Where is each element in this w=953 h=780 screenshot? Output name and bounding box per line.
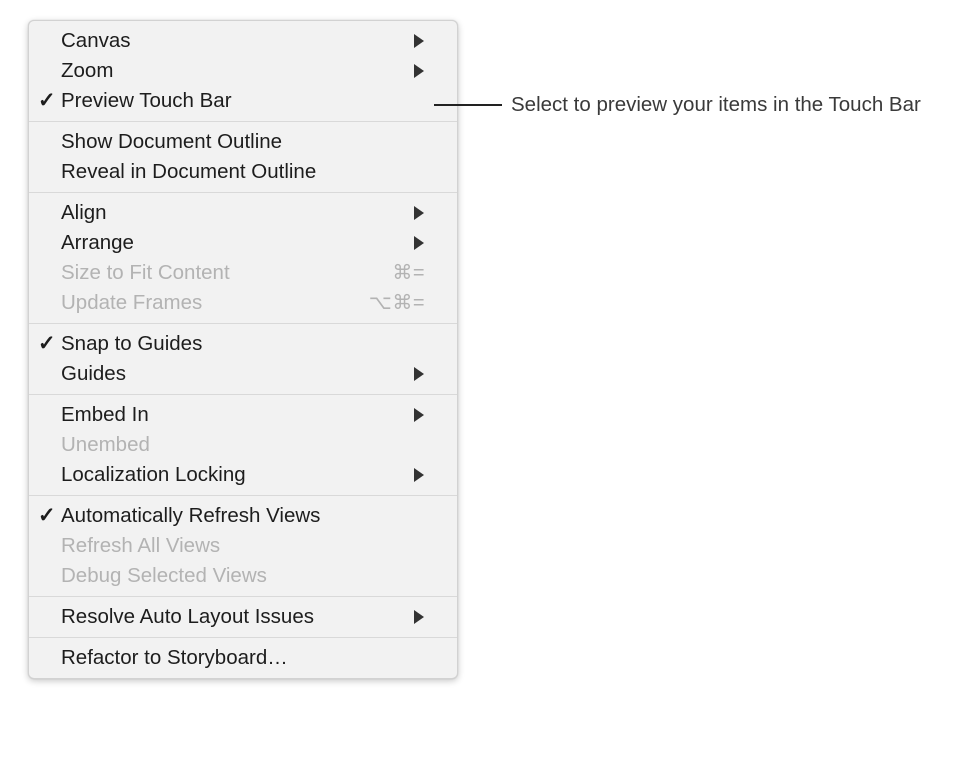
menu-item-preview-touch-bar[interactable]: ✓ Preview Touch Bar [29, 86, 457, 116]
menu-item-guides[interactable]: Guides [29, 359, 457, 389]
menu-item-label: Unembed [61, 433, 150, 456]
menu-separator [29, 394, 457, 395]
menu-item-snap-to-guides[interactable]: ✓ Snap to Guides [29, 329, 457, 359]
menu-item-label: Refactor to Storyboard… [61, 646, 288, 669]
menu-group: Resolve Auto Layout Issues [29, 602, 457, 632]
submenu-arrow-icon [414, 34, 424, 48]
menu-item-label: Align [61, 201, 107, 224]
menu-group: Refactor to Storyboard… [29, 643, 457, 673]
menu-item-label: Reveal in Document Outline [61, 160, 317, 183]
menu-item-label: Show Document Outline [61, 130, 283, 153]
editor-context-menu[interactable]: Canvas Zoom ✓ Preview Touch Bar Show Documen… [28, 20, 458, 679]
menu-separator [29, 121, 457, 122]
submenu-arrow-icon [414, 408, 424, 422]
menu-item-label: Embed In [61, 403, 149, 426]
menu-item-zoom[interactable]: Zoom [29, 56, 457, 86]
menu-item-arrange[interactable]: Arrange [29, 228, 457, 258]
menu-separator [29, 192, 457, 193]
menu-item-automatically-refresh-views[interactable]: ✓ Automatically Refresh Views [29, 501, 457, 531]
menu-item-label: Refresh All Views [61, 534, 221, 557]
menu-separator [29, 495, 457, 496]
submenu-arrow-icon [414, 610, 424, 624]
menu-item-label: Debug Selected Views [61, 564, 267, 587]
menu-item-size-to-fit-content: Size to Fit Content ⌘= [29, 258, 457, 288]
checkmark-icon: ✓ [38, 88, 56, 112]
checkmark-icon: ✓ [38, 503, 56, 527]
menu-item-align[interactable]: Align [29, 198, 457, 228]
callout-text: Select to preview your items in the Touc… [511, 93, 921, 116]
menu-group: ✓ Automatically Refresh Views Refresh All … [29, 501, 457, 591]
menu-separator [29, 323, 457, 324]
callout-leader-line [434, 104, 502, 107]
menu-item-label: Resolve Auto Layout Issues [61, 605, 314, 628]
menu-item-reveal-in-document-outline[interactable]: Reveal in Document Outline [29, 157, 457, 187]
menu-item-show-document-outline[interactable]: Show Document Outline [29, 127, 457, 157]
menu-item-refresh-all-views: Refresh All Views [29, 531, 457, 561]
menu-item-resolve-auto-layout-issues[interactable]: Resolve Auto Layout Issues [29, 602, 457, 632]
menu-item-label: Localization Locking [61, 463, 246, 486]
submenu-arrow-icon [414, 64, 424, 78]
menu-item-label: Guides [61, 362, 126, 385]
menu-group: ✓ Snap to Guides Guides [29, 329, 457, 389]
menu-item-label: Snap to Guides [61, 332, 203, 355]
menu-item-localization-locking[interactable]: Localization Locking [29, 460, 457, 490]
menu-item-label: Canvas [61, 29, 131, 52]
menu-item-refactor-to-storyboard[interactable]: Refactor to Storyboard… [29, 643, 457, 673]
menu-item-canvas[interactable]: Canvas [29, 26, 457, 56]
menu-item-update-frames: Update Frames ⌥⌘= [29, 288, 457, 318]
menu-item-label: Size to Fit Content [61, 261, 230, 284]
menu-separator [29, 637, 457, 638]
menu-separator [29, 596, 457, 597]
menu-item-debug-selected-views: Debug Selected Views [29, 561, 457, 591]
menu-item-label: Zoom [61, 59, 114, 82]
menu-item-unembed: Unembed [29, 430, 457, 460]
menu-item-shortcut: ⌥⌘= [368, 292, 425, 314]
submenu-arrow-icon [414, 206, 424, 220]
menu-item-label: Update Frames [61, 291, 203, 314]
submenu-arrow-icon [414, 236, 424, 250]
menu-item-label: Arrange [61, 231, 134, 254]
menu-item-label: Preview Touch Bar [61, 89, 232, 112]
callout-annotation: Select to preview your items in the Touc… [434, 93, 921, 116]
menu-group: Show Document Outline Reveal in Document … [29, 127, 457, 187]
menu-item-embed-in[interactable]: Embed In [29, 400, 457, 430]
submenu-arrow-icon [414, 367, 424, 381]
menu-item-label: Automatically Refresh Views [61, 504, 321, 527]
menu-group: Embed In Unembed Localization Locking [29, 400, 457, 490]
menu-group: Canvas Zoom ✓ Preview Touch Bar [29, 26, 457, 116]
submenu-arrow-icon [414, 468, 424, 482]
checkmark-icon: ✓ [38, 331, 56, 355]
menu-item-shortcut: ⌘= [392, 262, 425, 284]
menu-group: Align Arrange Size to Fit Content ⌘= Update … [29, 198, 457, 318]
